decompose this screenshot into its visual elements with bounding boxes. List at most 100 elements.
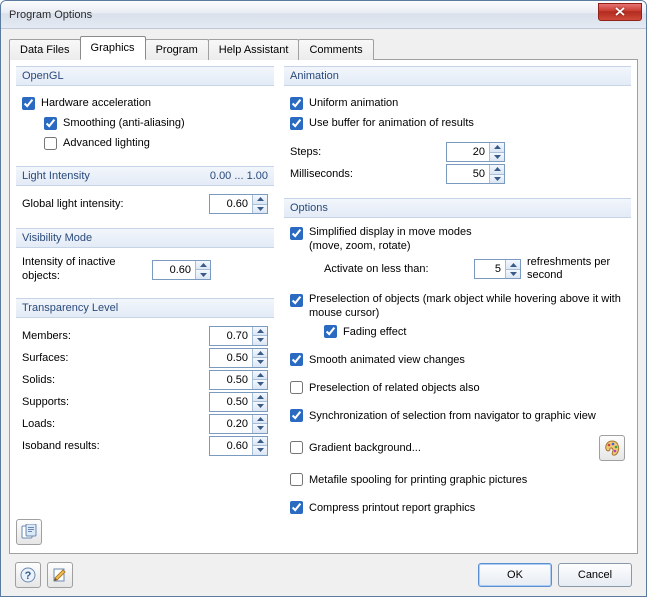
label-inactive-intensity: Intensity of inactive objects: — [22, 256, 152, 284]
input-surfaces[interactable] — [210, 349, 252, 367]
spin-down-members[interactable] — [252, 335, 267, 345]
spin-down-supports[interactable] — [252, 401, 267, 411]
label-preselection: Preselection of objects (mark object whi… — [309, 293, 625, 321]
spin-up-global-light[interactable] — [252, 195, 267, 204]
label-milliseconds: Milliseconds: — [290, 168, 368, 180]
program-options-dialog: Program Options Data Files Graphics Prog… — [0, 0, 647, 597]
svg-text:?: ? — [25, 570, 32, 582]
client-area: Data Files Graphics Program Help Assista… — [1, 29, 646, 596]
checkbox-gradient-bg[interactable] — [290, 441, 303, 454]
config-sets-button[interactable] — [16, 519, 42, 545]
group-visibility-mode: Visibility Mode Intensity of inactive ob… — [16, 228, 274, 292]
gradient-bg-button[interactable] — [599, 435, 625, 461]
checkbox-metafile-spooling[interactable] — [290, 473, 303, 486]
label-advanced-lighting: Advanced lighting — [63, 137, 150, 149]
spin-up-steps[interactable] — [489, 143, 504, 152]
tab-comments[interactable]: Comments — [298, 39, 373, 60]
label-isoband: Isoband results: — [22, 440, 209, 452]
spin-up-members[interactable] — [252, 327, 267, 336]
color-palette-icon — [604, 440, 620, 456]
input-activate-on[interactable] — [475, 260, 505, 278]
input-isoband[interactable] — [210, 437, 252, 455]
checkbox-buffer-animation[interactable] — [290, 117, 303, 130]
input-supports[interactable] — [210, 393, 252, 411]
tab-data-files[interactable]: Data Files — [9, 39, 81, 60]
label-members: Members: — [22, 330, 209, 342]
spin-down-activate[interactable] — [505, 269, 520, 279]
label-global-light: Global light intensity: — [22, 198, 209, 210]
window-title: Program Options — [9, 9, 598, 21]
spin-down-solids[interactable] — [252, 379, 267, 389]
label-buffer-animation: Use buffer for animation of results — [309, 117, 474, 129]
input-steps[interactable] — [447, 143, 489, 161]
spin-down-global-light[interactable] — [252, 204, 267, 214]
checkbox-preselection[interactable] — [290, 294, 303, 307]
label-fading: Fading effect — [343, 326, 406, 338]
spinner-inactive-intensity — [152, 260, 211, 280]
input-members[interactable] — [210, 327, 252, 345]
label-loads: Loads: — [22, 418, 209, 430]
dialog-footer: ? OK Cancel — [9, 554, 638, 588]
tab-panel-graphics: OpenGL Hardware acceleration Smoothing (… — [9, 59, 638, 554]
light-range: 0.00 ... 1.00 — [210, 170, 268, 182]
spin-down-surfaces[interactable] — [252, 357, 267, 367]
checkbox-presel-related[interactable] — [290, 381, 303, 394]
group-header-animation: Animation — [284, 66, 631, 86]
input-solids[interactable] — [210, 371, 252, 389]
group-options: Options Simplified display in move modes… — [284, 198, 631, 525]
tab-program[interactable]: Program — [145, 39, 209, 60]
label-smoothing: Smoothing (anti-aliasing) — [63, 117, 185, 129]
spin-up-supports[interactable] — [252, 393, 267, 402]
spin-down-steps[interactable] — [489, 152, 504, 162]
input-loads[interactable] — [210, 415, 252, 433]
help-icon: ? — [20, 567, 36, 583]
input-milliseconds[interactable] — [447, 165, 489, 183]
spin-down-loads[interactable] — [252, 423, 267, 433]
label-hardware-accel: Hardware acceleration — [41, 97, 151, 109]
checkbox-advanced-lighting[interactable] — [44, 137, 57, 150]
checkbox-smoothing[interactable] — [44, 117, 57, 130]
tab-graphics[interactable]: Graphics — [80, 36, 146, 60]
label-supports: Supports: — [22, 396, 209, 408]
config-sets-icon — [21, 524, 37, 540]
right-column: Animation Uniform animation Use buffer f… — [284, 66, 631, 547]
checkbox-fading[interactable] — [324, 325, 337, 338]
spinner-global-light — [209, 194, 268, 214]
checkbox-smooth-view[interactable] — [290, 353, 303, 366]
checkbox-simplified-display[interactable] — [290, 227, 303, 240]
left-column: OpenGL Hardware acceleration Smoothing (… — [16, 66, 274, 547]
checkbox-hardware-accel[interactable] — [22, 97, 35, 110]
close-button[interactable] — [598, 3, 642, 21]
group-header-light-intensity: Light Intensity 0.00 ... 1.00 — [16, 166, 274, 186]
edit-icon — [52, 567, 68, 583]
spin-down-ms[interactable] — [489, 174, 504, 184]
spin-up-loads[interactable] — [252, 415, 267, 424]
spin-down-inactive[interactable] — [195, 269, 210, 279]
input-global-light[interactable] — [210, 195, 252, 213]
label-smooth-view: Smooth animated view changes — [309, 354, 465, 366]
help-button[interactable]: ? — [15, 562, 41, 588]
spin-up-isoband[interactable] — [252, 437, 267, 446]
group-header-transparency: Transparency Level — [16, 298, 274, 318]
spin-down-isoband[interactable] — [252, 445, 267, 455]
label-activate-on: Activate on less than: — [324, 263, 429, 275]
tab-help-assistant[interactable]: Help Assistant — [208, 39, 300, 60]
edit-button[interactable] — [47, 562, 73, 588]
group-opengl: OpenGL Hardware acceleration Smoothing (… — [16, 66, 274, 160]
group-header-visibility: Visibility Mode — [16, 228, 274, 248]
checkbox-compress-printout[interactable] — [290, 501, 303, 514]
cancel-button[interactable]: Cancel — [558, 563, 632, 587]
ok-button[interactable]: OK — [478, 563, 552, 587]
checkbox-sync-navigator[interactable] — [290, 409, 303, 422]
checkbox-uniform-animation[interactable] — [290, 97, 303, 110]
spin-up-solids[interactable] — [252, 371, 267, 380]
label-simplified-display: Simplified display in move modes (move, … — [309, 226, 472, 254]
label-presel-related: Preselection of related objects also — [309, 382, 480, 394]
close-icon — [615, 7, 625, 16]
input-inactive-intensity[interactable] — [153, 261, 195, 279]
spin-up-activate[interactable] — [505, 260, 520, 269]
label-steps: Steps: — [290, 146, 368, 158]
spin-up-surfaces[interactable] — [252, 349, 267, 358]
spin-up-inactive[interactable] — [195, 261, 210, 270]
spin-up-ms[interactable] — [489, 165, 504, 174]
